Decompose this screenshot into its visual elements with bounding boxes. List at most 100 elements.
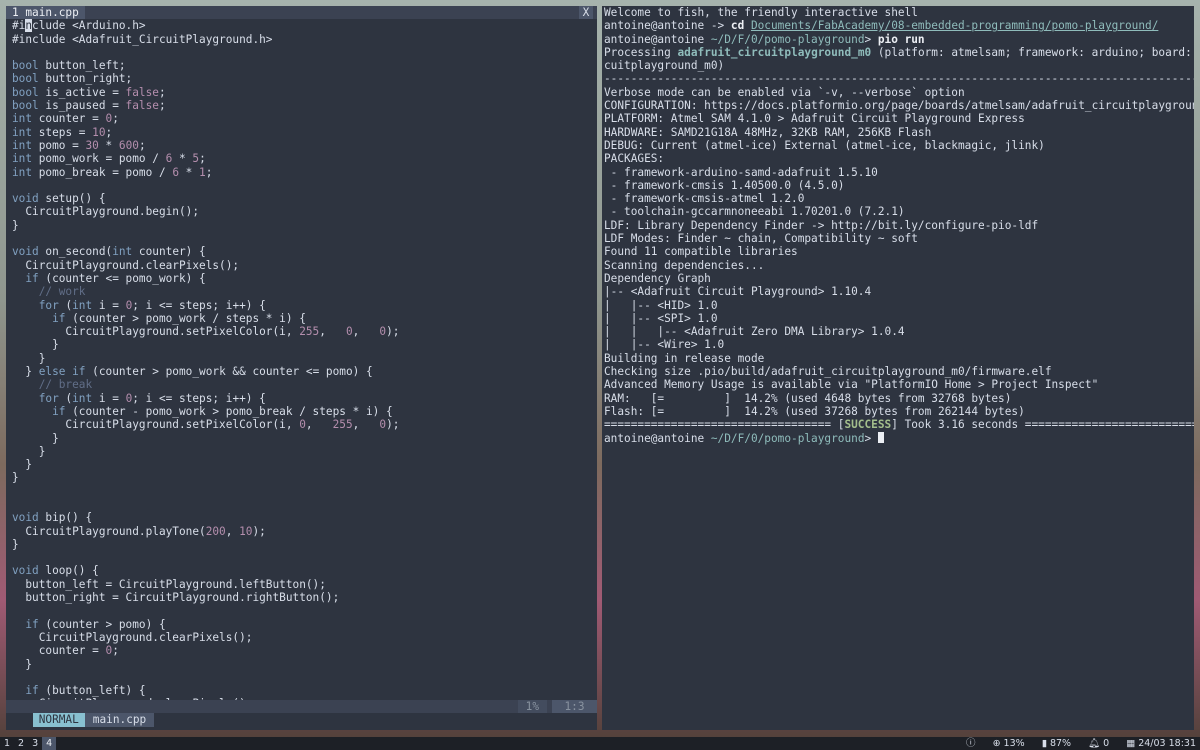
terminal-line: RAM: [= ] 14.2% (used 4648 bytes from 32… bbox=[604, 392, 1194, 405]
notifications-indicator[interactable]: 🔔︎ 0 bbox=[1088, 737, 1109, 750]
text-span bbox=[12, 285, 39, 298]
text-span: } bbox=[12, 444, 46, 458]
text-span: button_right; bbox=[38, 72, 133, 86]
terminal-line: Dependency Graph bbox=[604, 272, 1194, 285]
code-line: if (counter - pomo_work > pomo_break / s… bbox=[12, 405, 597, 418]
text-span: ================================== [ bbox=[604, 418, 845, 432]
workspace-list: 1234 bbox=[0, 737, 57, 750]
workspace-4[interactable]: 4 bbox=[42, 737, 57, 750]
text-span: i = bbox=[92, 391, 126, 405]
code-buffer[interactable]: #include <Arduino.h> #include <Adafruit_C… bbox=[6, 19, 597, 710]
terminal-line: Checking size .pio/build/adafruit_circui… bbox=[604, 365, 1194, 378]
text-span: ( bbox=[58, 391, 73, 405]
terminal-output[interactable]: Welcome to fish, the friendly interactiv… bbox=[602, 6, 1194, 445]
workspace-1[interactable]: 1 bbox=[0, 737, 14, 750]
code-line: CircuitPlayground.clearPixels(); bbox=[12, 631, 597, 644]
text-span: if bbox=[25, 684, 39, 698]
editor-pane[interactable]: 1 main.cpp X #include <Arduino.h> #includ… bbox=[6, 6, 597, 730]
text-span: } bbox=[12, 458, 33, 472]
text-span: ; bbox=[205, 165, 213, 179]
text-span: LDF: Library Dependency Finder -> http:/… bbox=[604, 218, 1039, 232]
text-span: 0 bbox=[345, 325, 353, 339]
terminal-line: cuitplayground_m0) bbox=[604, 59, 1194, 72]
code-line: } bbox=[12, 471, 597, 484]
workspace-2[interactable]: 2 bbox=[14, 737, 28, 750]
text-span: * bbox=[179, 165, 200, 179]
text-span: Documents/FabAcademy/08-embedded-program… bbox=[750, 19, 1159, 33]
workspace-3[interactable]: 3 bbox=[28, 737, 42, 750]
code-line: void setup() { bbox=[12, 192, 597, 205]
text-span: pomo = bbox=[32, 138, 86, 152]
text-span: } bbox=[12, 365, 39, 379]
editor-statusline: NORMAL main.cpp 1% 1:3 bbox=[6, 700, 597, 727]
text-span: CircuitPlayground.clearPixels(); bbox=[12, 258, 240, 272]
text-span: int bbox=[112, 245, 133, 259]
terminal-cursor bbox=[877, 431, 884, 443]
terminal-line: ----------------------------------------… bbox=[604, 72, 1194, 85]
text-span: * bbox=[98, 138, 119, 152]
code-line: if (button_left) { bbox=[12, 684, 597, 697]
status-scroll-percent: 1% bbox=[517, 700, 547, 714]
code-line: CircuitPlayground.clearPixels(); bbox=[12, 259, 597, 272]
text-span: int bbox=[12, 152, 33, 166]
text-span: | | |-- <Adafruit Zero DMA Library> 1.0.… bbox=[604, 325, 905, 339]
terminal-line: | |-- <HID> 1.0 bbox=[604, 299, 1194, 312]
text-span: CircuitPlayground.begin(); bbox=[12, 205, 200, 219]
code-line: if (counter > pomo) { bbox=[12, 618, 597, 631]
text-span: Flash: [= ] 14.2% (used 37268 bytes from… bbox=[604, 404, 1025, 418]
text-span bbox=[12, 405, 52, 418]
code-line: } bbox=[12, 352, 597, 365]
text-span: int bbox=[12, 112, 33, 126]
code-line: int steps = 10; bbox=[12, 126, 597, 139]
cpu-value: 13% bbox=[1003, 738, 1025, 749]
text-span: void bbox=[12, 511, 39, 525]
text-span: false bbox=[125, 85, 159, 99]
code-line: for (int i = 0; i <= steps; i++) { bbox=[12, 299, 597, 312]
code-line: } bbox=[12, 458, 597, 471]
text-span: } bbox=[12, 218, 19, 232]
text-span: | |-- <Wire> 1.0 bbox=[604, 338, 725, 352]
text-span: for bbox=[38, 298, 59, 312]
terminal-pane[interactable]: Welcome to fish, the friendly interactiv… bbox=[602, 6, 1194, 730]
tab-main-cpp[interactable]: 1 main.cpp bbox=[6, 6, 85, 20]
code-line: int pomo = 30 * 600; bbox=[12, 139, 597, 152]
text-span: HARDWARE: SAMD21G18A 48MHz, 32KB RAM, 25… bbox=[604, 125, 932, 139]
terminal-line: ================================== [SUCC… bbox=[604, 418, 1194, 431]
text-span: 255 bbox=[299, 325, 320, 339]
text-span: pomo_break = pomo / bbox=[32, 165, 173, 179]
code-line: CircuitPlayground.setPixelColor(i, 0, 25… bbox=[12, 418, 597, 431]
code-line: CircuitPlayground.begin(); bbox=[12, 205, 597, 218]
text-span bbox=[12, 392, 39, 405]
text-span: Processing bbox=[604, 45, 678, 59]
code-line: } bbox=[12, 538, 597, 551]
terminal-line: Building in release mode bbox=[604, 352, 1194, 365]
text-span: ; bbox=[158, 85, 166, 99]
text-span: void bbox=[12, 564, 39, 578]
text-span: int bbox=[12, 125, 33, 139]
text-span: int bbox=[72, 298, 93, 312]
info-icon[interactable]: ⓘ bbox=[966, 737, 976, 750]
battery-indicator: ▮ 87% bbox=[1042, 737, 1071, 750]
text-span: (button_left) { bbox=[38, 684, 146, 698]
text-span: if bbox=[52, 404, 66, 418]
terminal-line: - framework-cmsis-atmel 1.2.0 bbox=[604, 192, 1194, 205]
text-span: , bbox=[225, 524, 240, 538]
text-span: (counter > pomo_work && counter <= pomo)… bbox=[85, 365, 373, 379]
text-span: void bbox=[12, 245, 39, 259]
text-span: clude <Arduino.h> bbox=[32, 19, 146, 33]
text-span: (counter > pomo) { bbox=[38, 617, 166, 631]
text-span: ; i <= steps; i++) { bbox=[132, 391, 266, 405]
close-tab-button[interactable]: X bbox=[579, 6, 593, 20]
text-span: > bbox=[864, 32, 878, 46]
code-line: void loop() { bbox=[12, 564, 597, 577]
text-span: ); bbox=[386, 418, 400, 432]
text-span: DEBUG: Current (atmel-ice) External (atm… bbox=[604, 138, 1045, 152]
code-line: button_left = CircuitPlayground.leftButt… bbox=[12, 578, 597, 591]
text-span: CircuitPlayground.playTone( bbox=[12, 524, 206, 538]
text-span: - framework-cmsis 1.40500.0 (4.5.0) bbox=[604, 178, 845, 192]
text-span: PACKAGES: bbox=[604, 152, 665, 166]
text-span: | |-- <SPI> 1.0 bbox=[604, 311, 718, 325]
code-line: int counter = 0; bbox=[12, 112, 597, 125]
